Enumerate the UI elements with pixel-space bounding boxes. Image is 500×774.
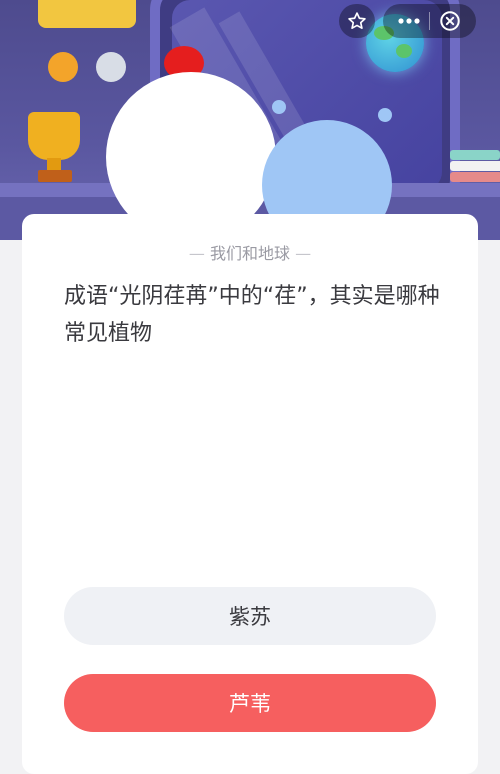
award-plaque (38, 0, 136, 28)
answer-option-label: 芦苇 (229, 692, 271, 716)
star-outline-icon (348, 12, 366, 29)
gold-medal-icon (48, 52, 78, 82)
silver-medal-icon (96, 52, 126, 82)
close-circle-icon (440, 11, 460, 31)
answer-option-2[interactable]: 芦苇 (64, 674, 436, 732)
trophy-icon (28, 112, 80, 160)
question-card: — 我们和地球 — 成语“光阴荏苒”中的“荏”，其实是哪种常见植物 紫苏 芦苇 (22, 214, 478, 774)
answer-option-label: 紫苏 (229, 605, 271, 629)
books-stack (450, 150, 500, 184)
more-dots-icon (398, 18, 420, 24)
close-button[interactable] (430, 10, 470, 32)
question-text: 成语“光阴荏苒”中的“荏”，其实是哪种常见植物 (64, 284, 440, 346)
answer-option-1[interactable]: 紫苏 (64, 587, 436, 645)
window-controls (331, 4, 476, 38)
more-button[interactable] (389, 17, 429, 25)
favorite-button[interactable] (339, 4, 375, 38)
capsule-menu (383, 4, 476, 38)
category-label: — 我们和地球 — (188, 244, 312, 263)
